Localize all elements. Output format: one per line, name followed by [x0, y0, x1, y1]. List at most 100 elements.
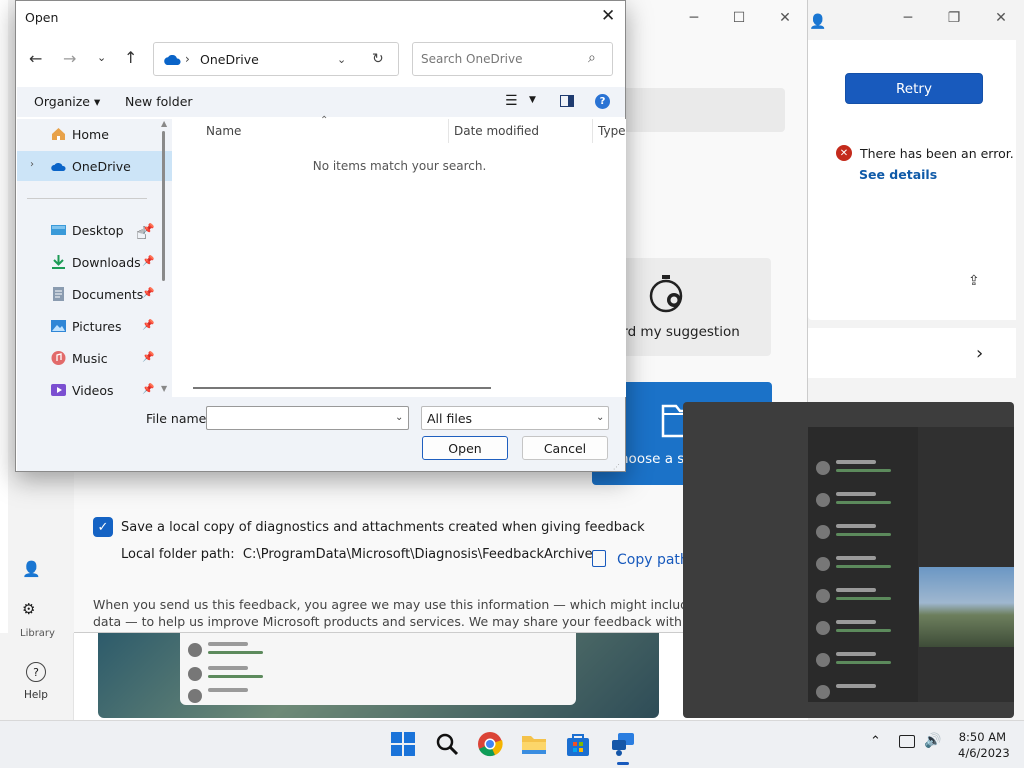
file-explorer-icon[interactable] — [521, 731, 547, 757]
close-icon[interactable]: ✕ — [775, 8, 795, 28]
scroll-down-arrow-icon[interactable]: ▼ — [161, 384, 167, 393]
file-name-input[interactable]: ⌄ — [206, 406, 409, 430]
hand-cursor-icon: ☝ — [136, 223, 147, 244]
network-icon[interactable] — [899, 735, 915, 748]
preview-chat-panel — [180, 633, 576, 705]
copy-icon[interactable] — [592, 550, 606, 567]
chrome-icon[interactable] — [477, 731, 503, 757]
up-arrow-icon[interactable]: ↑ — [124, 48, 137, 67]
cancel-button[interactable]: Cancel — [522, 436, 608, 460]
nav-item-downloads[interactable]: Downloads 📌 — [17, 247, 172, 277]
new-folder-button[interactable]: New folder — [125, 94, 193, 109]
downloads-icon — [52, 255, 65, 269]
pin-icon: 📌 — [142, 288, 155, 299]
active-app-indicator — [617, 762, 629, 765]
search-icon[interactable] — [434, 731, 460, 757]
horizontal-scrollbar[interactable] — [193, 387, 491, 389]
expand-chevron-icon[interactable]: › — [30, 159, 34, 170]
folder-path: Local folder path: C:\ProgramData\Micros… — [121, 547, 593, 562]
chevron-down-icon[interactable]: ⌄ — [395, 412, 403, 423]
clock-time: 8:50 AM — [958, 730, 1006, 744]
view-options-icon[interactable]: ☰ — [505, 93, 518, 109]
copy-path-link[interactable]: Copy path — [617, 552, 689, 568]
column-header-name[interactable]: Name — [206, 124, 241, 138]
scroll-up-arrow-icon[interactable]: ▲ — [161, 119, 167, 128]
add-user-icon[interactable]: 👤 — [22, 560, 41, 578]
search-icon[interactable]: ⌕ — [588, 50, 596, 66]
record-suggestion-label: ord my suggestion — [614, 324, 740, 340]
close-icon[interactable]: ✕ — [991, 8, 1011, 28]
gear-icon[interactable]: ⚙ — [22, 600, 35, 618]
close-icon[interactable]: ✕ — [601, 6, 615, 26]
minimize-icon[interactable]: ─ — [898, 8, 918, 28]
pin-icon: 📌 — [142, 352, 155, 363]
light-theme-preview-image — [98, 633, 659, 718]
help-icon[interactable]: ? — [595, 94, 610, 109]
start-icon[interactable] — [390, 731, 416, 757]
nav-item-label: Desktop — [72, 223, 124, 238]
store-icon[interactable] — [565, 731, 591, 757]
nav-item-desktop[interactable]: Desktop 📌 — [17, 215, 172, 245]
nav-item-label: Home — [72, 127, 109, 142]
file-type-select[interactable]: All files ⌄ — [421, 406, 609, 430]
nav-item-label: OneDrive — [72, 159, 131, 174]
chevron-down-icon[interactable]: ⌄ — [596, 412, 604, 423]
expand-row[interactable] — [808, 328, 1016, 378]
file-name-label: File name: — [146, 411, 211, 426]
help-label[interactable]: Help — [24, 689, 48, 701]
column-header-date-modified[interactable]: Date modified — [454, 124, 539, 138]
chevron-up-icon[interactable]: ⌃ — [870, 734, 881, 749]
empty-message: No items match your search. — [312, 159, 487, 173]
restore-icon[interactable]: ❐ — [944, 8, 964, 28]
chevron-down-icon[interactable]: ⌄ — [337, 53, 346, 66]
home-icon — [52, 128, 65, 140]
recent-locations-chevron-icon[interactable]: ⌄ — [97, 51, 106, 64]
nav-item-pictures[interactable]: Pictures 📌 — [17, 311, 172, 341]
volume-icon[interactable]: 🔊 — [924, 733, 941, 749]
preview-landscape-photo — [919, 567, 1014, 647]
nav-item-label: Documents — [72, 287, 144, 302]
nav-item-documents[interactable]: Documents 📌 — [17, 279, 172, 309]
resize-grip-icon[interactable]: ⋰ — [613, 463, 620, 471]
nav-item-label: Downloads — [72, 255, 141, 270]
minimize-icon[interactable]: ─ — [684, 8, 704, 28]
organize-button[interactable]: Organize ▾ — [34, 94, 100, 109]
nav-item-music[interactable]: Music 📌 — [17, 343, 172, 373]
column-separator[interactable] — [592, 119, 593, 143]
nav-scrollbar[interactable] — [162, 131, 165, 281]
save-copy-label: Save a local copy of diagnostics and att… — [121, 520, 645, 535]
chevron-down-icon[interactable]: ▼ — [529, 95, 536, 105]
address-text[interactable]: OneDrive — [200, 52, 259, 67]
see-details-link[interactable]: See details — [859, 167, 937, 182]
save-copy-checkbox[interactable]: ✓ — [93, 517, 113, 537]
open-button[interactable]: Open — [422, 436, 508, 460]
dialog-footer: File name: ⌄ All files ⌄ Open Cancel ⋰ — [17, 397, 625, 471]
desktop-icon — [51, 225, 66, 235]
maximize-icon[interactable]: ☐ — [729, 8, 749, 28]
column-separator[interactable] — [448, 119, 449, 143]
chevron-right-icon[interactable]: › — [976, 343, 983, 364]
sort-ascending-icon: ⌃ — [320, 115, 329, 126]
back-arrow-icon[interactable]: ← — [29, 49, 42, 68]
nav-item-onedrive[interactable]: › OneDrive — [17, 151, 172, 181]
share-icon[interactable]: ⇪ — [968, 273, 980, 289]
address-bar[interactable]: › OneDrive ⌄ ↻ — [153, 42, 399, 76]
refresh-icon[interactable]: ↻ — [372, 51, 384, 67]
feedback-hub-icon[interactable] — [610, 731, 636, 757]
search-input[interactable]: Search OneDrive ⌕ — [412, 42, 613, 76]
nav-item-home[interactable]: Home — [17, 119, 172, 149]
error-icon: ✕ — [836, 145, 852, 161]
pin-icon: 📌 — [142, 256, 155, 267]
forward-arrow-icon[interactable]: → — [63, 49, 76, 68]
help-icon[interactable]: ? — [26, 662, 46, 682]
column-header-type[interactable]: Type — [598, 124, 626, 138]
retry-button[interactable]: Retry — [845, 73, 983, 104]
file-list: ⌃ Name Date modified Type No items match… — [173, 115, 626, 397]
library-label[interactable]: Library — [20, 628, 55, 639]
account-icon[interactable]: 👤 — [808, 12, 828, 32]
preview-pane-icon[interactable] — [560, 95, 574, 107]
nav-item-videos[interactable]: Videos 📌 — [17, 375, 172, 397]
preview-chat-view — [918, 427, 1014, 702]
pin-icon: 📌 — [142, 384, 155, 395]
clock[interactable]: 8:50 AM 4/6/2023 — [958, 729, 1010, 761]
